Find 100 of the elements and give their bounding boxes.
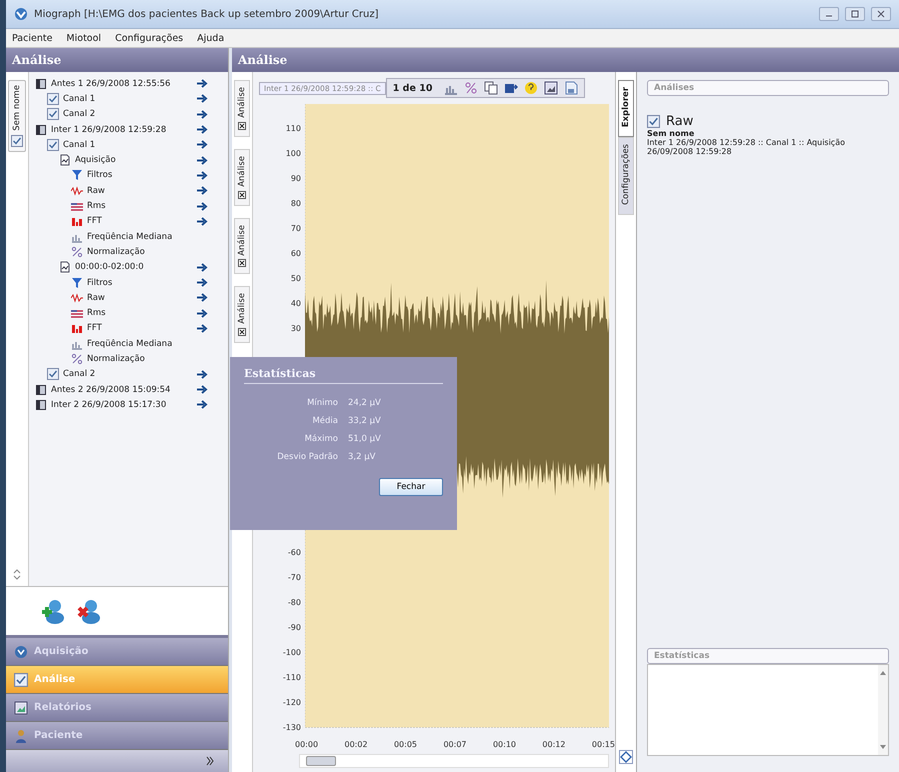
tree-item[interactable]: Antes 2 26/9/2008 15:09:54 xyxy=(51,384,193,395)
arrow-right-icon[interactable] xyxy=(197,202,208,211)
tree-item[interactable]: Canal 1 xyxy=(63,140,193,150)
percent-icon[interactable] xyxy=(464,81,478,95)
scroll-up-icon[interactable] xyxy=(880,671,886,675)
diamond-icon[interactable] xyxy=(619,750,633,764)
arrow-right-icon[interactable] xyxy=(197,94,208,104)
tree-item[interactable]: Antes 1 26/9/2008 12:55:56 xyxy=(51,78,193,89)
tree-item[interactable]: Rms xyxy=(87,201,193,212)
arrow-right-icon[interactable] xyxy=(197,324,208,333)
checkbox-icon xyxy=(14,672,28,686)
menu-item[interactable]: Paciente xyxy=(12,32,52,44)
arrow-right-icon[interactable] xyxy=(197,110,208,119)
stat-value: 33,2 µV xyxy=(348,416,382,426)
tree-item[interactable]: Inter 1 26/9/2008 12:59:28 xyxy=(51,124,193,135)
copy-icon[interactable] xyxy=(484,81,498,95)
window-title: Miograph [H:\EMG dos pacientes Back up setembro 2009\Artur Cruz] xyxy=(34,8,380,20)
tree-item[interactable]: Canal 2 xyxy=(63,109,193,120)
remove-user-icon[interactable] xyxy=(76,598,102,624)
chevron-right-icon[interactable] xyxy=(206,756,214,766)
tree-item[interactable]: Canal 2 xyxy=(63,369,193,380)
document-icon xyxy=(59,261,71,274)
percent-icon xyxy=(71,352,83,365)
axis-label: 00:07 xyxy=(443,740,467,751)
arrow-right-icon[interactable] xyxy=(197,170,208,180)
image-icon xyxy=(14,700,28,714)
minimize-button[interactable] xyxy=(819,7,839,21)
side-tab[interactable]: Análise xyxy=(234,218,250,274)
menu-item[interactable]: Ajuda xyxy=(197,32,224,44)
tree-item[interactable]: FFT xyxy=(87,323,193,334)
close-button[interactable]: Fechar xyxy=(379,478,443,496)
dialog-title: Estatísticas xyxy=(244,367,443,384)
side-tab[interactable]: Sem nome xyxy=(8,80,26,152)
horizontal-scrollbar[interactable] xyxy=(299,754,609,768)
close-button[interactable] xyxy=(871,7,891,21)
axis-label: 100 xyxy=(284,148,301,160)
arrow-right-icon[interactable] xyxy=(197,156,208,165)
axis-label: -100 xyxy=(282,647,301,660)
tree-item[interactable]: Filtros xyxy=(87,278,193,288)
arrow-right-icon[interactable] xyxy=(197,216,208,226)
arrow-right-icon[interactable] xyxy=(197,79,208,88)
close-box-icon[interactable] xyxy=(238,259,246,268)
save-icon[interactable] xyxy=(564,81,578,95)
tree-item[interactable]: Aquisição xyxy=(75,155,193,166)
tree-item[interactable]: Normalização xyxy=(87,246,208,257)
arrow-right-icon[interactable] xyxy=(197,186,208,196)
stat-value: 3,2 µV xyxy=(348,452,376,462)
axis-label: -70 xyxy=(286,572,301,584)
tree-item[interactable]: Normalização xyxy=(87,354,208,364)
panel-header: Análise xyxy=(232,48,899,72)
checkbox-icon xyxy=(47,92,59,105)
maximize-button[interactable] xyxy=(845,7,865,21)
arrow-right-icon[interactable] xyxy=(197,278,208,287)
tree-item[interactable]: Rms xyxy=(87,308,193,318)
stat-label: Máximo xyxy=(304,434,338,444)
tree-item[interactable]: FFT xyxy=(87,216,193,226)
tree-item[interactable]: Freqüência Mediana xyxy=(87,232,208,242)
arrow-right-icon[interactable] xyxy=(197,293,208,302)
menu-item[interactable]: Miotool xyxy=(66,32,102,44)
scroll-down-icon[interactable] xyxy=(880,745,886,749)
close-box-icon[interactable] xyxy=(238,328,246,336)
help-icon[interactable] xyxy=(524,81,538,95)
tree-item[interactable]: Canal 1 xyxy=(63,94,193,104)
tree-item[interactable]: Raw xyxy=(87,292,193,303)
arrow-right-icon[interactable] xyxy=(197,370,208,379)
arrow-right-icon[interactable] xyxy=(197,262,208,272)
wave-icon xyxy=(71,292,83,304)
stat-label: Mínimo xyxy=(306,398,338,408)
funnel-icon xyxy=(71,276,83,288)
arrow-right-icon[interactable] xyxy=(197,125,208,134)
side-tab[interactable]: Análise xyxy=(234,80,250,137)
menu-item[interactable]: Configurações xyxy=(115,32,184,44)
axis-label: 70 xyxy=(290,223,301,236)
side-tab[interactable]: Análise xyxy=(234,148,250,206)
close-box-icon[interactable] xyxy=(238,122,246,130)
item-path: Inter 1 26/9/2008 12:59:28 :: Canal 1 :: Aquisição xyxy=(647,138,846,147)
close-box-icon[interactable] xyxy=(238,190,246,199)
axis-label: 110 xyxy=(284,123,301,136)
arrow-right-icon[interactable] xyxy=(197,308,208,318)
checkbox-icon xyxy=(11,134,23,147)
tree-item[interactable]: Raw xyxy=(87,186,193,196)
arrow-right-icon[interactable] xyxy=(197,385,208,394)
item-title: Raw xyxy=(666,114,694,129)
image-icon[interactable] xyxy=(544,81,558,95)
checkbox-icon xyxy=(47,138,59,151)
side-tab[interactable]: Explorer xyxy=(618,80,634,138)
arrow-right-icon[interactable] xyxy=(197,400,208,410)
axis-label: 40 xyxy=(290,298,301,310)
add-user-icon[interactable] xyxy=(40,598,66,624)
tree-item[interactable]: Freqüência Mediana xyxy=(87,338,208,349)
tree-item[interactable]: 00:00:0-02:00:0 xyxy=(75,262,193,272)
scroll-arrows-icon[interactable] xyxy=(13,568,21,580)
side-tab[interactable]: Análise xyxy=(234,286,250,344)
arrow-right-icon[interactable] xyxy=(197,140,208,150)
tree-item[interactable]: Filtros xyxy=(87,170,193,180)
axis-label: -80 xyxy=(286,597,301,610)
book-icon xyxy=(35,398,47,411)
export-icon[interactable] xyxy=(504,81,518,95)
tree-item[interactable]: Inter 2 26/9/2008 15:17:30 xyxy=(51,400,193,410)
side-tab[interactable]: Configurações xyxy=(618,137,634,216)
